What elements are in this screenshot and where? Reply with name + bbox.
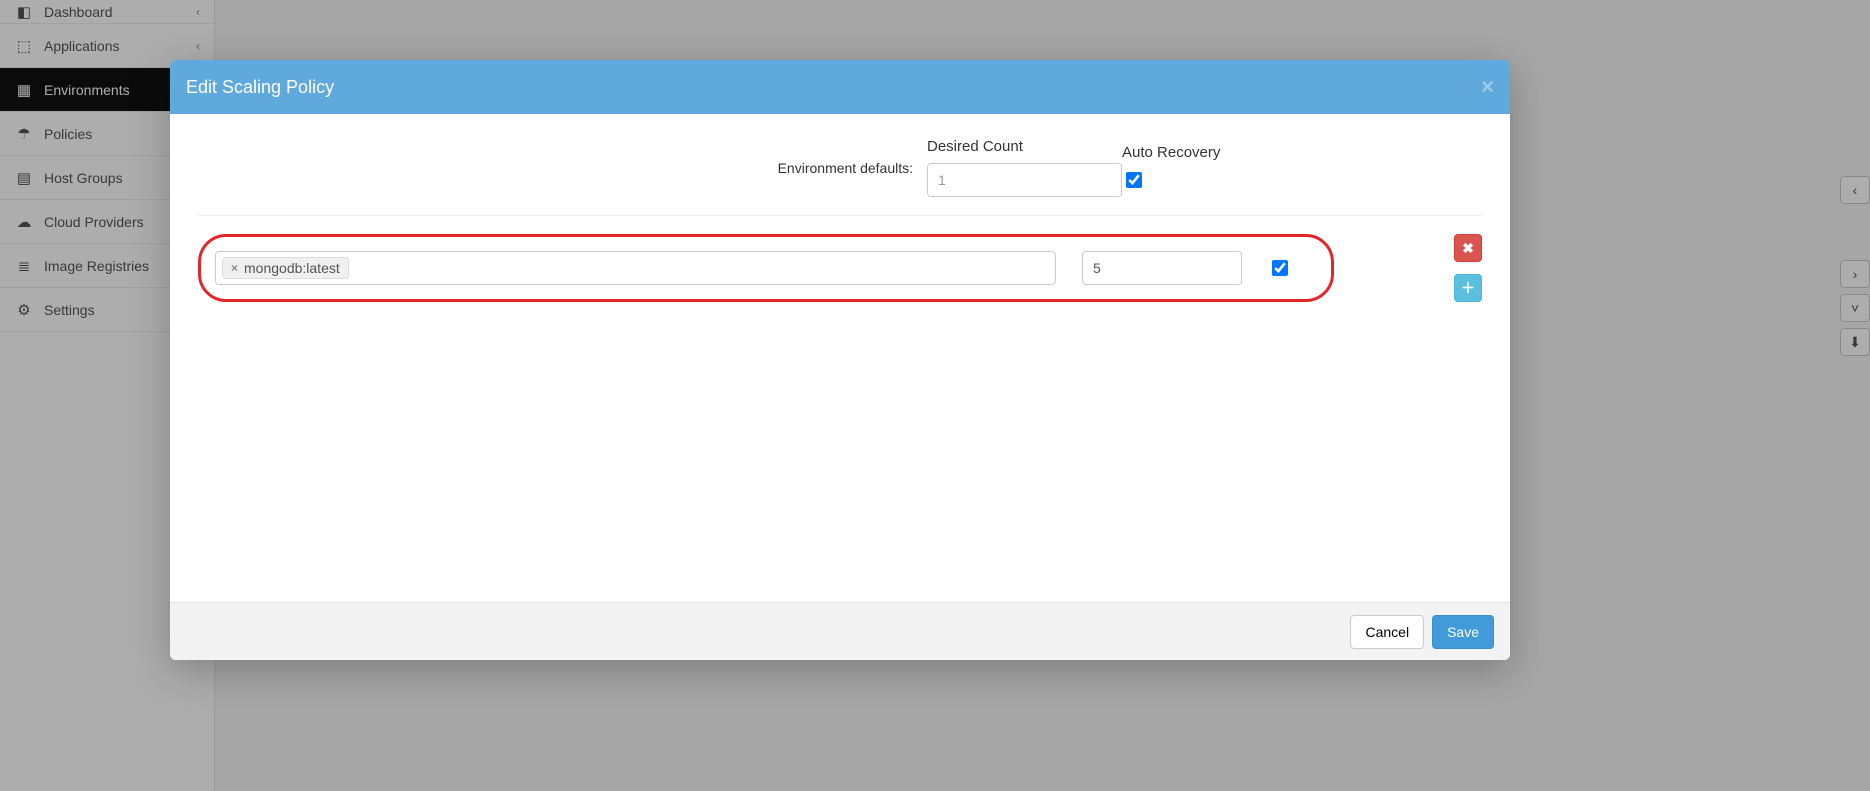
default-count-input[interactable] <box>927 163 1122 197</box>
defaults-row: Environment defaults: Desired Count Auto… <box>198 138 1482 216</box>
remove-rule-button[interactable]: ✖ <box>1454 234 1482 262</box>
desired-count-header: Desired Count <box>927 138 1122 155</box>
rule-auto-recovery-checkbox[interactable] <box>1272 260 1288 276</box>
highlight-box: × mongodb:latest <box>198 234 1334 302</box>
auto-recovery-header: Auto Recovery <box>1122 144 1232 161</box>
image-tag-input[interactable]: × mongodb:latest <box>215 251 1056 285</box>
modal-body: Environment defaults: Desired Count Auto… <box>170 114 1510 602</box>
defaults-label: Environment defaults: <box>778 160 913 176</box>
image-tag: × mongodb:latest <box>222 257 349 279</box>
image-tag-label: mongodb:latest <box>244 260 340 276</box>
rule-row: × mongodb:latest ✖ ＋ <box>198 234 1482 302</box>
default-auto-recovery-checkbox[interactable] <box>1126 172 1142 188</box>
edit-scaling-policy-modal: Edit Scaling Policy × Environment defaul… <box>170 60 1510 660</box>
modal-title: Edit Scaling Policy <box>186 77 334 98</box>
modal-footer: Cancel Save <box>170 602 1510 660</box>
cancel-button[interactable]: Cancel <box>1350 615 1424 649</box>
modal-header: Edit Scaling Policy × <box>170 60 1510 114</box>
remove-tag-icon[interactable]: × <box>231 261 238 275</box>
save-button[interactable]: Save <box>1432 615 1494 649</box>
rule-count-input[interactable] <box>1082 251 1242 285</box>
add-rule-button[interactable]: ＋ <box>1454 274 1482 302</box>
close-icon[interactable]: × <box>1481 76 1494 98</box>
